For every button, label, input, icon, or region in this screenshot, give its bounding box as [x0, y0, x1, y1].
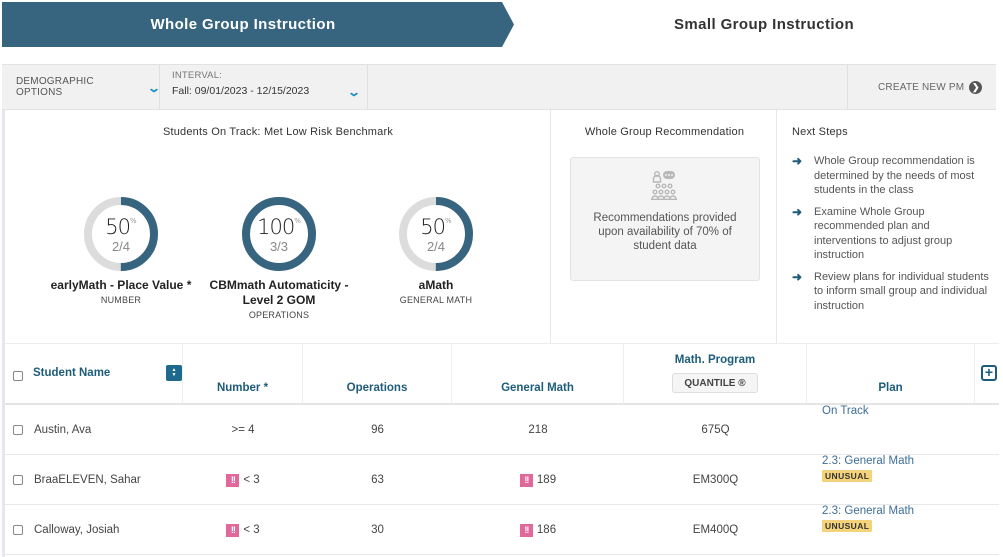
row-checkbox[interactable]	[13, 475, 23, 485]
row-checkbox[interactable]	[13, 525, 23, 535]
unusual-badge: UNUSUAL	[822, 470, 873, 482]
cell-plan: On Track	[807, 405, 975, 455]
chevron-down-icon: ⌄	[146, 81, 162, 95]
plan-link[interactable]: 2.3: General Math	[822, 505, 914, 517]
risk-flag-icon: !!	[226, 473, 240, 487]
donut-percent: 50%	[105, 215, 137, 239]
interval-dropdown[interactable]: INTERVAL: Fall: 09/01/2023 - 12/15/2023 …	[160, 65, 368, 109]
risk-flag-icon: !!	[519, 523, 533, 537]
quantile-toggle-button[interactable]: QUANTILE ®	[672, 373, 758, 393]
sort-button[interactable]: ▲ ▼	[166, 365, 182, 381]
donut-fraction: 2/4	[111, 239, 131, 254]
column-header-number[interactable]: Number *	[183, 344, 303, 404]
cell-math-program: 675Q	[701, 424, 730, 436]
filter-toolbar: DEMOGRAPHIC OPTIONS ⌄ INTERVAL: Fall: 09…	[2, 64, 996, 110]
classroom-icon	[571, 170, 759, 205]
risk-flag-icon: !!	[519, 473, 533, 487]
donut-fraction: 3/3	[269, 239, 289, 254]
recommendation-text: Recommendations provided upon availabili…	[593, 212, 737, 252]
recommendation-card: Recommendations provided upon availabili…	[570, 157, 760, 281]
cell-math-program: EM300Q	[692, 474, 739, 486]
next-step-item: ➜ Review plans for individual students to…	[792, 269, 989, 312]
whole-group-recommendation-section: Whole Group Recommendation Recommendatio…	[552, 110, 777, 343]
plan-link[interactable]: 2.3: General Math	[822, 455, 914, 467]
demographic-options-label: DEMOGRAPHIC OPTIONS	[16, 76, 94, 98]
row-checkbox[interactable]	[13, 425, 23, 435]
measure-name: earlyMath - Place Value *	[50, 278, 192, 292]
column-header-math-program: Math. Program QUANTILE ®	[624, 344, 807, 404]
arrow-right-icon: ➜	[792, 204, 803, 219]
measure-name: CBMmath Automaticity - Level 2 GOM	[209, 278, 349, 307]
donut-chart: 100% 3/3	[241, 196, 317, 272]
column-header-general-math[interactable]: General Math	[452, 344, 624, 404]
table-row: Calloway, Josiah !! < 3 30 !! 186 EM400Q 2…	[5, 505, 999, 555]
chevron-down-icon: ⌄	[346, 85, 362, 99]
create-new-pm-button[interactable]: CREATE NEW PM ❯	[847, 65, 996, 109]
demographic-options-dropdown[interactable]: DEMOGRAPHIC OPTIONS ⌄	[2, 65, 162, 109]
cell-general-math: !! 186	[452, 505, 624, 555]
student-name: Calloway, Josiah	[34, 524, 120, 536]
cell-number: >= 4	[231, 424, 255, 436]
measure-domain: NUMBER	[100, 295, 142, 305]
cell-math-program: EM400Q	[692, 524, 739, 536]
measure-domain: GENERAL MATH	[399, 295, 473, 305]
unusual-badge: UNUSUAL	[822, 520, 873, 532]
add-column-plus-icon[interactable]: +	[981, 365, 997, 381]
donut-chart: 50% 2/4	[398, 196, 474, 272]
circle-arrow-right-icon: ❯	[969, 80, 983, 94]
tab-whole-group-instruction[interactable]: Whole Group Instruction	[2, 2, 514, 47]
donut-fraction: 2/4	[426, 239, 446, 254]
cell-number: !! < 3	[183, 505, 303, 555]
donut-chart: 50% 2/4	[83, 196, 159, 272]
interval-label: INTERVAL:	[172, 70, 223, 81]
summary-panel: Students On Track: Met Low Risk Benchmar…	[2, 110, 996, 343]
tab-small-group-instruction[interactable]: Small Group Instruction	[514, 2, 1003, 47]
on-track-title: Students On Track: Met Low Risk Benchmar…	[162, 126, 394, 138]
cell-operations: 96	[371, 424, 384, 436]
cell-plan: 2.3: General Math UNUSUAL	[807, 455, 975, 505]
student-name: BraaELEVEN, Sahar	[34, 474, 141, 486]
next-steps-list: ➜ Whole Group recommendation is determine…	[792, 154, 992, 320]
students-table: Student Name ▲ ▼ Number * Operations Gene…	[2, 343, 999, 557]
next-steps-title: Next Steps	[792, 126, 848, 138]
table-header: Student Name ▲ ▼ Number * Operations Gene…	[5, 343, 999, 405]
cell-operations: 30	[371, 524, 384, 536]
table-row: Austin, Ava >= 4 96 218 675Q On Track	[5, 405, 999, 455]
on-track-metric: 50% 2/4 aMath GENERAL MATH	[356, 196, 516, 305]
arrow-right-icon: ➜	[792, 154, 803, 168]
student-name: Austin, Ava	[34, 424, 92, 436]
cell-general-math: 218	[528, 424, 548, 436]
cell-number: !! < 3	[183, 455, 303, 505]
arrow-right-icon: ➜	[792, 269, 803, 284]
recommendation-title: Whole Group Recommendation	[584, 126, 745, 138]
column-header-student-name: Student Name ▲ ▼	[5, 344, 183, 404]
donut-percent: 100%	[257, 215, 301, 239]
plan-link[interactable]: On Track	[822, 405, 869, 417]
measure-domain: OPERATIONS	[248, 310, 310, 320]
table-row: BraaELEVEN, Sahar !! < 3 63 !! 189 EM300Q …	[5, 455, 999, 505]
risk-flag-icon: !!	[226, 523, 240, 537]
select-all-checkbox[interactable]	[13, 371, 23, 381]
column-header-plan[interactable]: Plan	[807, 344, 975, 404]
cell-plan: 2.3: General Math UNUSUAL	[807, 505, 975, 555]
on-track-metric: 100% 3/3 CBMmath Automaticity - Level 2 …	[199, 196, 359, 320]
students-on-track-section: Students On Track: Met Low Risk Benchmar…	[5, 110, 551, 343]
donut-percent: 50%	[420, 215, 452, 239]
cell-operations: 63	[371, 474, 384, 486]
next-steps-section: Next Steps ➜ Whole Group recommendation i…	[778, 110, 999, 343]
interval-value: Fall: 09/01/2023 - 12/15/2023	[172, 85, 310, 97]
cell-general-math: !! 189	[452, 455, 624, 505]
instruction-tabs: Whole Group Instruction Small Group Inst…	[0, 0, 1003, 47]
next-step-item: ➜ Whole Group recommendation is determine…	[792, 154, 975, 196]
sort-down-icon: ▼	[171, 372, 177, 378]
create-new-pm-label: CREATE NEW PM	[878, 81, 965, 93]
next-step-item: ➜ Examine Whole Group recommended plan an…	[792, 204, 953, 262]
on-track-metric: 50% 2/4 earlyMath - Place Value * NUMBER	[41, 196, 201, 305]
measure-name: aMath	[418, 278, 454, 292]
column-header-operations[interactable]: Operations	[303, 344, 452, 404]
